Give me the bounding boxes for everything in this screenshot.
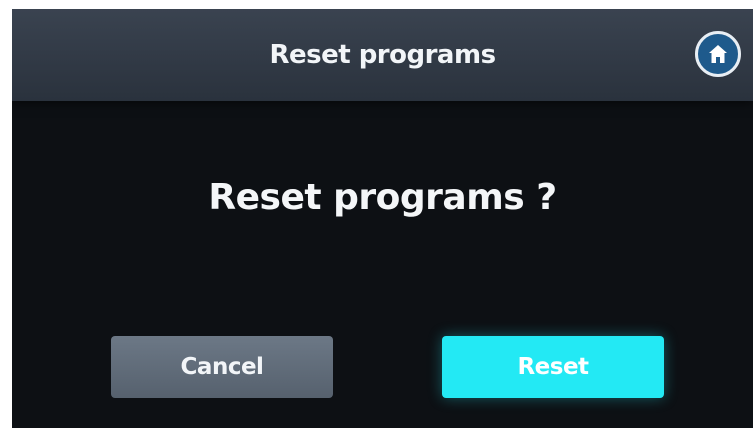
home-icon: [709, 45, 727, 63]
device-photo: Reset programs Reset programs ? Cancel R…: [0, 0, 753, 428]
reset-button[interactable]: Reset: [442, 336, 664, 398]
confirmation-question: Reset programs ?: [208, 177, 557, 218]
header-bar: Reset programs: [12, 9, 753, 101]
cancel-button[interactable]: Cancel: [111, 336, 333, 398]
page-title: Reset programs: [269, 40, 496, 70]
home-button[interactable]: [695, 31, 741, 77]
device-screen: Reset programs Reset programs ? Cancel R…: [12, 9, 753, 428]
